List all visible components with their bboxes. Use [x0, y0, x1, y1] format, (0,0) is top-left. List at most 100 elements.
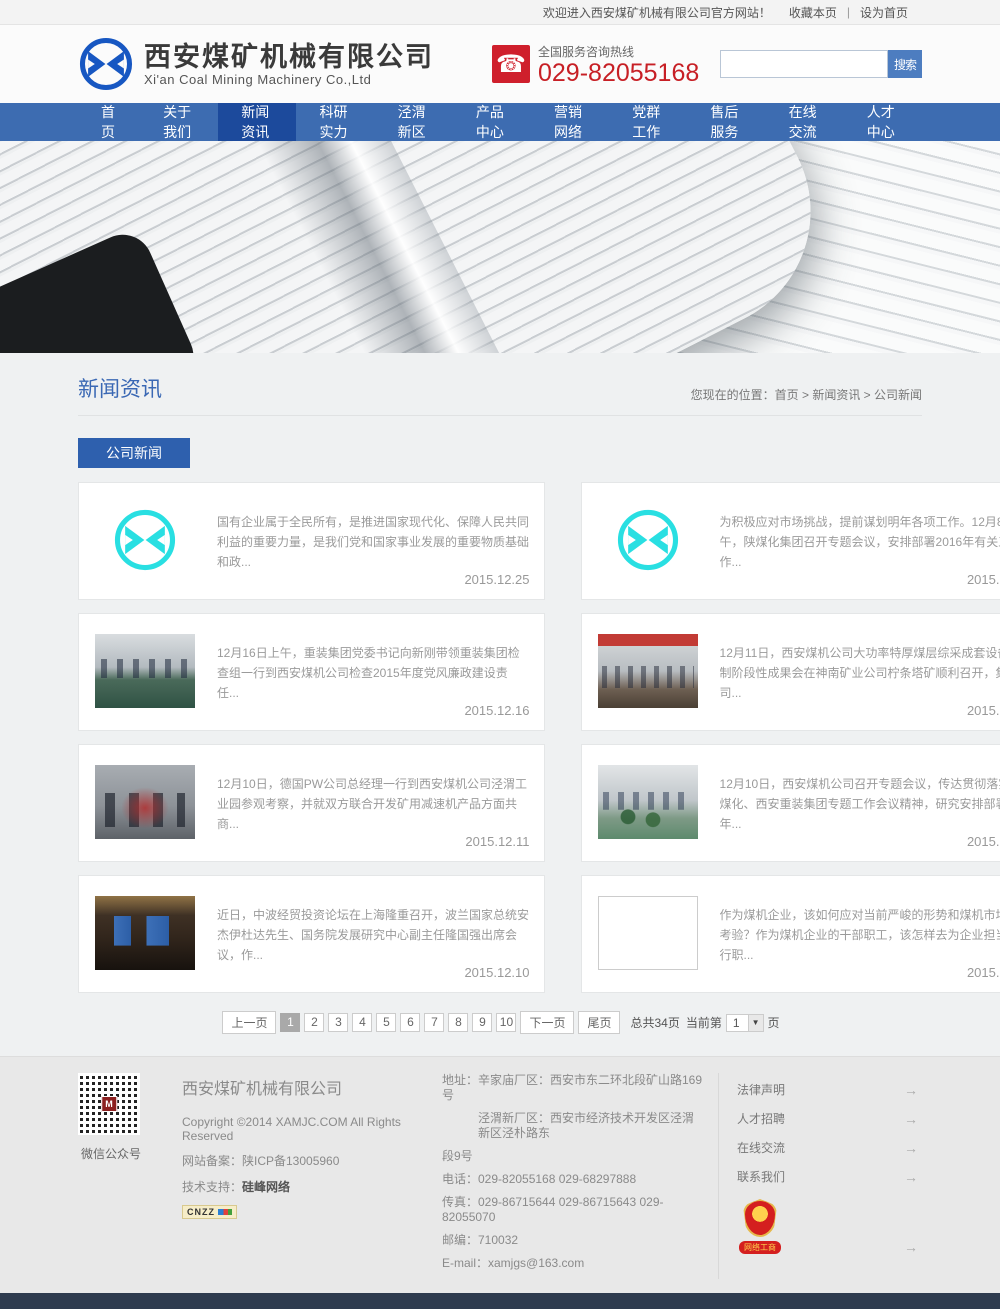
current-page-prefix: 当前第 [686, 1014, 722, 1031]
arrow-right-icon: → [904, 1169, 918, 1185]
hotline-number: 029-82055168 [538, 60, 699, 86]
news-thumbnail [95, 634, 195, 708]
footer-link-label: 联系我们 [737, 1168, 785, 1185]
main-nav: 首页 关于我们 新闻资讯 科研实力 泾渭新区 产品中心 营销网络 党群工作 售后… [0, 103, 1000, 141]
company-name-en: Xi'an Coal Mining Machinery Co.,Ltd [144, 72, 434, 87]
breadcrumb[interactable]: 您现在的位置：首页 > 新闻资讯 > 公司新闻 [691, 386, 922, 403]
footer-link-label: 在线交流 [737, 1139, 785, 1156]
company-logo[interactable]: 西安煤矿机械有限公司 Xi'an Coal Mining Machinery C… [78, 36, 434, 92]
news-card[interactable]: 西安煤机成功与波兰KOPEX集团签署战略... 近日，中波经贸投资论坛在上海隆重… [78, 875, 545, 993]
icp-text: 网站备案：陕ICP备13005960 [182, 1152, 442, 1169]
welcome-text: 欢迎进入西安煤矿机械有限公司官方网站！ [543, 4, 771, 21]
news-title[interactable]: 中共中央、国务院关于深化国有企业改革的指... [217, 503, 530, 504]
news-title[interactable]: 西安煤机成功与波兰KOPEX集团签署战略... [217, 896, 530, 897]
badge-label: 网络工商 [739, 1241, 781, 1254]
page-number-button[interactable]: 5 [376, 1013, 396, 1032]
nav-item[interactable]: 产品中心 [453, 103, 531, 141]
bottom-bar [0, 1293, 1000, 1309]
logo-icon [78, 36, 134, 92]
news-card[interactable]: 陕煤化集团提前谋划部署2016年工作 为积极应对市场挑战，提前谋划明年各项工作。… [581, 482, 1000, 600]
page-select[interactable]: 1 ▼ [726, 1014, 764, 1032]
last-page-button[interactable]: 尾页 [578, 1011, 620, 1034]
news-date: 2015.12.14 [720, 703, 1000, 718]
nav-item[interactable]: 人才中心 [844, 103, 922, 141]
news-card[interactable]: 助推企业发展需在“十抓”方面下大力气 作为煤机企业，该如何应对当前严峻的形势和煤… [581, 875, 1000, 993]
favorite-link[interactable]: 收藏本页 [789, 4, 837, 21]
search-button[interactable]: 搜索 [888, 50, 922, 78]
wechat-qr-code [78, 1073, 140, 1135]
arrow-right-icon: → [904, 1140, 918, 1156]
title-row: 新闻资讯 您现在的位置：首页 > 新闻资讯 > 公司新闻 [78, 353, 922, 416]
support-name[interactable]: 硅峰网络 [242, 1180, 290, 1194]
page-number-list: 1 2 3 4 5 6 7 8 9 10 [278, 1013, 518, 1032]
news-date: 2015.12.10 [720, 834, 1000, 849]
prev-page-button[interactable]: 上一页 [222, 1011, 276, 1034]
hotline-label: 全国服务咨询热线 [538, 43, 699, 60]
phone-icon: ☎ [492, 45, 530, 83]
page-number-button[interactable]: 8 [448, 1013, 468, 1032]
industry-commerce-badge[interactable]: 网络工商 [737, 1199, 783, 1255]
nav-item[interactable]: 党群工作 [609, 103, 687, 141]
news-title[interactable]: 西安煤机大功率特厚煤层综采成套设备研制阶... [720, 634, 1000, 635]
nav-item[interactable]: 关于我们 [140, 103, 218, 141]
news-title[interactable]: 西安煤机公司迅速传达贯彻陕煤化、重装集团... [720, 765, 1000, 766]
footer-link[interactable]: 法律声明 → [737, 1075, 922, 1104]
nav-item[interactable]: 首页 [78, 103, 140, 141]
nav-item[interactable]: 新闻资讯 [218, 103, 296, 141]
footer-company-name: 西安煤矿机械有限公司 [182, 1075, 442, 1099]
tab-company-news[interactable]: 公司新闻 [78, 438, 190, 468]
cnzz-stats-badge[interactable]: CNZZ [182, 1205, 237, 1219]
support-label: 技术支持： [182, 1180, 242, 1194]
news-card[interactable]: 西安煤机公司与德国PW公司签署合作协议 12月10日，德国PW公司总经理一行到西… [78, 744, 545, 862]
address-line-3: 段9号 [442, 1149, 704, 1164]
page-number-button[interactable]: 2 [304, 1013, 324, 1032]
page-number-button[interactable]: 7 [424, 1013, 444, 1032]
email-text: E-mail：xamjgs@163.com [442, 1256, 704, 1271]
zip-text: 邮编：710032 [442, 1233, 704, 1248]
hero-banner-magazine-photo [0, 141, 1000, 353]
copyright-text: Copyright ©2014 XAMJC.COM All Rights Res… [182, 1115, 442, 1143]
footer-link[interactable]: 在线交流 → [737, 1133, 922, 1162]
footer-link[interactable]: 联系我们 → [737, 1162, 922, 1191]
nav-item[interactable]: 营销网络 [531, 103, 609, 141]
cnzz-bar-icon [218, 1209, 232, 1215]
search-input[interactable] [720, 50, 888, 78]
nav-item[interactable]: 在线交流 [766, 103, 844, 141]
next-page-button[interactable]: 下一页 [520, 1011, 574, 1034]
page-suffix-text: 页 [768, 1014, 780, 1031]
news-card[interactable]: 中共中央、国务院关于深化国有企业改革的指... 国有企业属于全民所有，是推进国家… [78, 482, 545, 600]
news-card[interactable]: 西安煤机大功率特厚煤层综采成套设备研制阶... 12月11日，西安煤机公司大功率… [581, 613, 1000, 731]
site-footer: 微信公众号 西安煤矿机械有限公司 Copyright ©2014 XAMJC.C… [0, 1056, 1000, 1293]
news-title[interactable]: 重装集团检查组到西安煤机公司检查党风廉政... [217, 634, 530, 635]
news-title[interactable]: 助推企业发展需在“十抓”方面下大力气 [720, 896, 1000, 897]
nav-item[interactable]: 科研实力 [296, 103, 374, 141]
news-card[interactable]: 重装集团检查组到西安煤机公司检查党风廉政... 12月16日上午，重装集团党委书… [78, 613, 545, 731]
shield-emblem-icon [743, 1199, 777, 1237]
news-excerpt: 近日，中波经贸投资论坛在上海隆重召开，波兰国家总统安杰伊杜达先生、国务院发展研究… [217, 905, 530, 965]
news-excerpt: 12月10日，德国PW公司总经理一行到西安煤机公司泾渭工业园参观考察，并就双方联… [217, 774, 530, 834]
news-title[interactable]: 西安煤机公司与德国PW公司签署合作协议 [217, 765, 530, 766]
topbar: 欢迎进入西安煤矿机械有限公司官方网站！ 收藏本页 | 设为首页 [0, 0, 1000, 25]
company-name-cn: 西安煤矿机械有限公司 [144, 42, 434, 72]
set-homepage-link[interactable]: 设为首页 [860, 4, 908, 21]
page-number-button[interactable]: 9 [472, 1013, 492, 1032]
page-number-button[interactable]: 1 [280, 1013, 300, 1032]
news-thumbnail [95, 896, 195, 970]
nav-item[interactable]: 售后服务 [687, 103, 765, 141]
fax-text: 传真：029-86715644 029-86715643 029-8205507… [442, 1195, 704, 1225]
footer-link[interactable]: 人才招聘 → [737, 1104, 922, 1133]
news-title[interactable]: 陕煤化集团提前谋划部署2016年工作 [720, 503, 1000, 504]
page-select-value: 1 [727, 1015, 748, 1031]
arrow-right-icon: → [904, 1082, 918, 1098]
page-number-button[interactable]: 4 [352, 1013, 372, 1032]
contact-column: 地址：辛家庙厂区：西安市东二环北段矿山路169号 泾渭新厂区：西安市经济技术开发… [442, 1073, 704, 1279]
news-card[interactable]: 西安煤机公司迅速传达贯彻陕煤化、重装集团... 12月10日，西安煤机公司召开专… [581, 744, 1000, 862]
nav-item[interactable]: 泾渭新区 [375, 103, 453, 141]
logo-icon [616, 508, 680, 572]
page-number-button[interactable]: 3 [328, 1013, 348, 1032]
page-number-button[interactable]: 10 [496, 1013, 516, 1032]
pagination-info: 总共34页 当前第 1 ▼ 页 [630, 1014, 779, 1032]
page-number-button[interactable]: 6 [400, 1013, 420, 1032]
footer-link-label: 人才招聘 [737, 1110, 785, 1127]
phone-text: 电话：029-82055168 029-68297888 [442, 1172, 704, 1187]
